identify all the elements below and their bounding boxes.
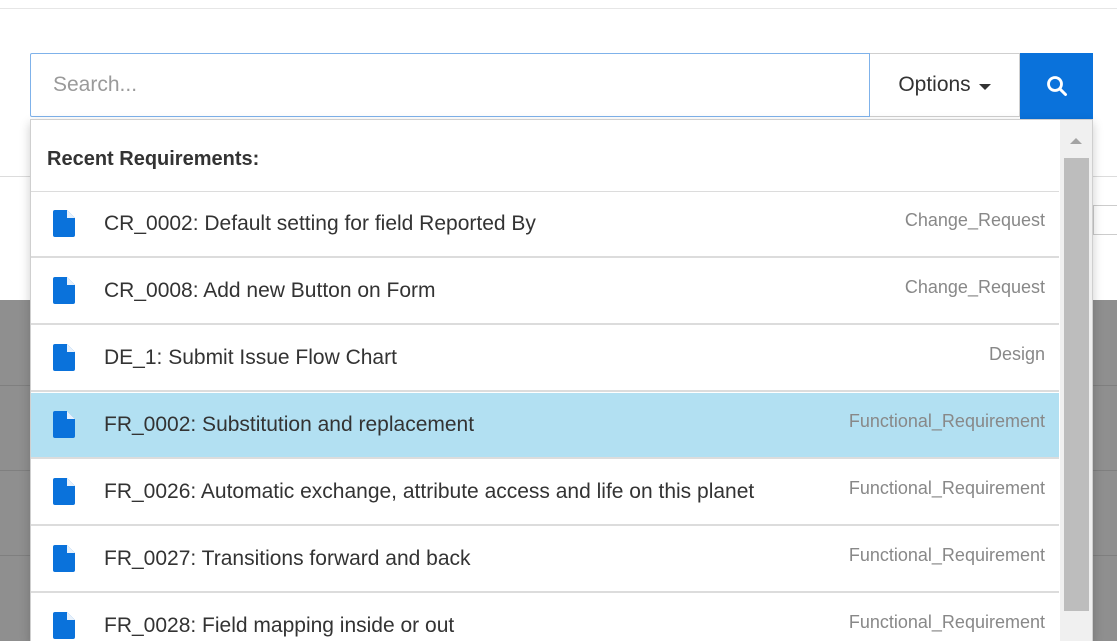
recent-requirements-dropdown: Recent Requirements: CR_0002: Default se… xyxy=(30,119,1093,641)
requirement-item[interactable]: FR_0027: Transitions forward and back Fun… xyxy=(31,527,1059,593)
requirement-type: Change_Request xyxy=(904,277,1045,297)
requirement-item[interactable]: DE_1: Submit Issue Flow Chart Design xyxy=(31,326,1059,392)
requirement-item[interactable]: FR_0002: Substitution and replacement Fun… xyxy=(31,393,1059,459)
requirement-title: FR_0027: Transitions forward and back xyxy=(104,547,471,570)
document-icon xyxy=(53,478,75,505)
requirement-item[interactable]: FR_0026: Automatic exchange, attribute a… xyxy=(31,460,1059,526)
document-icon xyxy=(53,612,75,639)
search-input[interactable] xyxy=(30,53,870,117)
requirement-item[interactable]: CR_0008: Add new Button on Form Change_Re… xyxy=(31,259,1059,325)
requirement-type: Change_Request xyxy=(904,210,1045,230)
requirement-title: DE_1: Submit Issue Flow Chart xyxy=(104,346,397,369)
requirement-title: FR_0026: Automatic exchange, attribute a… xyxy=(104,480,755,503)
requirement-item[interactable]: CR_0002: Default setting for field Repor… xyxy=(31,192,1059,258)
document-icon xyxy=(53,545,75,572)
requirement-title: FR_0002: Substitution and replacement xyxy=(104,413,475,436)
document-icon xyxy=(53,277,75,304)
requirement-title: CR_0002: Default setting for field Repor… xyxy=(104,212,536,235)
page-divider xyxy=(0,8,1117,9)
requirement-type: Design xyxy=(988,344,1045,364)
document-icon xyxy=(53,344,75,371)
requirement-item[interactable]: FR_0028: Field mapping inside or out Func… xyxy=(31,594,1059,641)
requirement-type: Functional_Requirement xyxy=(848,612,1045,632)
search-icon xyxy=(1046,76,1067,96)
requirement-title: CR_0008: Add new Button on Form xyxy=(104,279,436,302)
document-icon xyxy=(53,411,75,438)
dropdown-header: Recent Requirements: xyxy=(31,120,1059,192)
scrollbar[interactable] xyxy=(1060,120,1092,641)
document-icon xyxy=(53,210,75,237)
options-label: Options xyxy=(898,73,971,96)
caret-down-icon xyxy=(978,83,991,90)
options-dropdown-button[interactable]: Options xyxy=(870,53,1020,117)
search-button[interactable] xyxy=(1020,53,1093,119)
background-control xyxy=(1093,205,1117,235)
requirement-type: Functional_Requirement xyxy=(848,545,1045,565)
requirement-title: FR_0028: Field mapping inside or out xyxy=(104,614,455,637)
requirement-type: Functional_Requirement xyxy=(848,411,1045,431)
requirement-type: Functional_Requirement xyxy=(848,478,1045,498)
scroll-up-arrow-icon[interactable] xyxy=(1070,138,1082,144)
scrollbar-thumb[interactable] xyxy=(1064,158,1089,611)
